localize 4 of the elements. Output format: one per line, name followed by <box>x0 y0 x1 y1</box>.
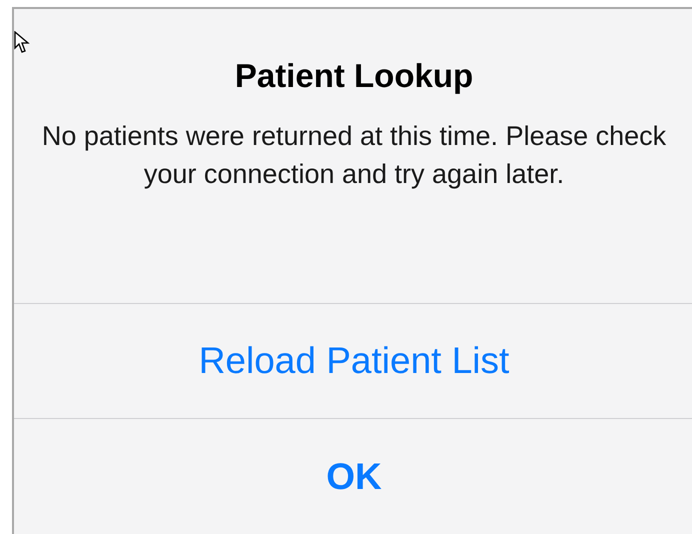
ok-button[interactable]: OK <box>14 418 692 534</box>
alert-message: No patients were returned at this time. Please check your connection and try again later. <box>40 120 668 191</box>
reload-button[interactable]: Reload Patient List <box>14 302 692 418</box>
alert-title: Patient Lookup <box>234 57 474 95</box>
